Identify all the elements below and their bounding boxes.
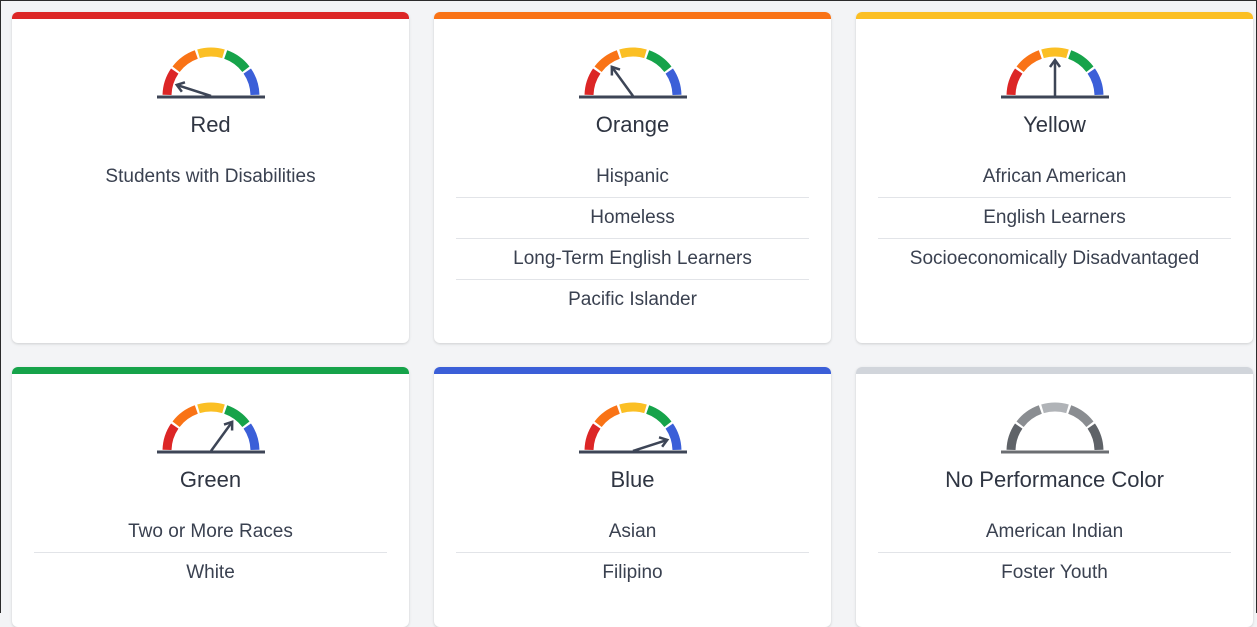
gauge-segment — [1016, 405, 1042, 428]
student-group-item: Hispanic — [456, 157, 809, 198]
gauge-segment — [1006, 68, 1023, 96]
card-green: Green Two or More Races White — [12, 367, 409, 627]
student-group-item: Homeless — [456, 198, 809, 239]
gauge-segment — [196, 47, 225, 59]
student-group-list: African American English Learners Socioeco… — [878, 157, 1231, 279]
card-yellow: Yellow African American English Learners S… — [856, 12, 1253, 343]
card-title: Green — [179, 467, 242, 492]
card-color-bar — [434, 12, 831, 19]
card-color-bar — [12, 12, 409, 19]
student-group-list: American Indian Foster Youth — [878, 512, 1231, 593]
gauge-segment — [645, 50, 671, 73]
gauge-segment — [645, 405, 671, 428]
student-group-item: Long-Term English Learners — [456, 239, 809, 280]
student-group-item: American Indian — [878, 512, 1231, 553]
performance-color-panel: Red Students with Disabilities Orange Hi… — [0, 0, 1257, 627]
student-group-item: English Learners — [878, 198, 1231, 239]
student-group-item: White — [186, 562, 235, 583]
gauge-segment — [1086, 68, 1103, 96]
gauge-segment — [1040, 402, 1069, 414]
student-group-item: Students with Disabilities — [105, 166, 316, 187]
student-group-list: Students with Disabilities — [34, 157, 387, 197]
gauge-red-icon — [156, 47, 265, 99]
gauge-segment — [1016, 50, 1042, 73]
student-group-item: Foster Youth — [1001, 562, 1108, 583]
card-color-bar — [434, 367, 831, 374]
gauge-segment — [1006, 423, 1023, 451]
gauge-segment — [584, 68, 601, 96]
gauge-segment — [1067, 405, 1093, 428]
student-group-item: Two or More Races — [34, 512, 387, 553]
gauge-segment — [196, 402, 225, 414]
gauge-segment — [242, 423, 259, 451]
gauge-segment — [172, 405, 198, 428]
student-group-item: Filipino — [602, 562, 663, 583]
gauge-segment — [1040, 47, 1069, 59]
gauge-segment — [664, 423, 681, 451]
gauge-needle — [209, 421, 233, 452]
gauge-segment — [162, 68, 179, 96]
gauge-segment — [618, 402, 647, 414]
card-title: Red — [190, 112, 231, 137]
student-group-item: Asian — [456, 512, 809, 553]
card-color-bar — [12, 367, 409, 374]
gauge-segment — [1067, 50, 1093, 73]
gauge-blue-icon — [578, 402, 687, 454]
gauge-needle — [610, 66, 634, 97]
gauge-segment — [594, 405, 620, 428]
gauge-segment — [223, 50, 249, 73]
gauge-segment — [1086, 423, 1103, 451]
card-title: Orange — [595, 112, 670, 137]
student-group-item: Socioeconomically Disadvantaged — [909, 248, 1200, 269]
gauge-segment — [172, 50, 198, 73]
gauge-gray-icon — [1000, 402, 1109, 454]
gauge-orange-icon — [578, 47, 687, 99]
card-title: Blue — [610, 467, 655, 492]
card-title: No Performance Color — [945, 467, 1164, 492]
gauge-segment — [242, 68, 259, 96]
student-group-list: Two or More Races White — [34, 512, 387, 593]
gauge-green-icon — [156, 402, 265, 454]
card-red: Red Students with Disabilities — [12, 12, 409, 343]
card-title: Yellow — [1023, 112, 1086, 137]
student-group-item: African American — [878, 157, 1231, 198]
card-blue: Blue Asian Filipino — [434, 367, 831, 627]
card-color-bar — [856, 12, 1253, 19]
card-orange: Orange Hispanic Homeless Long-Term English… — [434, 12, 831, 343]
gauge-segment — [162, 423, 179, 451]
gauge-segment — [664, 68, 681, 96]
card-no-performance-color: No Performance Color American Indian Fost… — [856, 367, 1253, 627]
student-group-list: Hispanic Homeless Long-Term English Learne… — [456, 157, 809, 320]
gauge-yellow-icon — [1000, 47, 1109, 99]
card-color-bar — [856, 367, 1253, 374]
gauge-segment — [618, 47, 647, 59]
student-group-list: Asian Filipino — [456, 512, 809, 593]
student-group-item: Pacific Islander — [568, 289, 697, 310]
gauge-segment — [584, 423, 601, 451]
